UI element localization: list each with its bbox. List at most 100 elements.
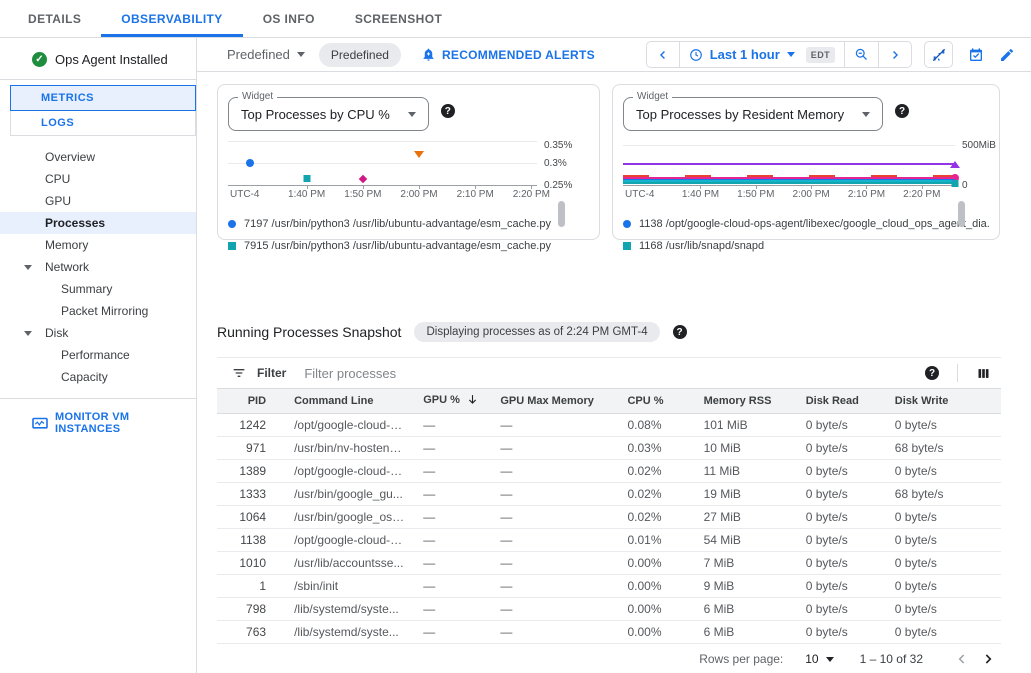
table-row[interactable]: 1242/opt/google-cloud-o...——0.08%101 MiB… bbox=[217, 413, 1001, 436]
tab-screenshot[interactable]: SCREENSHOT bbox=[335, 0, 462, 37]
table-row[interactable]: 763/lib/systemd/syste...——0.00%6 MiB0 by… bbox=[217, 620, 1001, 643]
data-point[interactable] bbox=[246, 159, 254, 167]
sidebar-item-performance[interactable]: Performance bbox=[0, 344, 196, 366]
cell-gpu-max-memory: — bbox=[482, 505, 609, 528]
sidebar-item-network[interactable]: Network bbox=[0, 256, 196, 278]
recommended-alerts-button[interactable]: RECOMMENDED ALERTS bbox=[421, 47, 595, 62]
next-page-button[interactable] bbox=[975, 651, 1001, 667]
column-header-disk-write[interactable]: Disk Write bbox=[877, 389, 1001, 413]
sidebar-item-overview[interactable]: Overview bbox=[0, 146, 196, 168]
widget-select-label: Widget bbox=[238, 91, 277, 102]
column-header-command-line[interactable]: Command Line bbox=[276, 389, 405, 413]
help-icon[interactable]: ? bbox=[925, 366, 939, 380]
column-header-pid[interactable]: PID bbox=[217, 389, 276, 413]
table-row[interactable]: 1/sbin/init——0.00%9 MiB0 byte/s0 byte/s bbox=[217, 574, 1001, 597]
help-icon[interactable]: ? bbox=[441, 104, 455, 118]
divider bbox=[0, 398, 196, 399]
filter-processes-input[interactable] bbox=[304, 366, 915, 381]
legend-item[interactable]: 7915 /usr/bin/python3 /usr/lib/ubuntu-ad… bbox=[228, 235, 589, 257]
events-off-toggle-button[interactable] bbox=[924, 41, 953, 68]
x-tick-label: 2:20 PM bbox=[513, 189, 550, 200]
widget-type-select[interactable]: Widget Top Processes by Resident Memory bbox=[623, 97, 883, 131]
sidebar-button-logs[interactable]: LOGS bbox=[10, 110, 196, 136]
filter-label: Filter bbox=[257, 366, 286, 380]
sidebar-item-label: Memory bbox=[45, 238, 88, 252]
table-row[interactable]: 798/lib/systemd/syste...——0.00%6 MiB0 by… bbox=[217, 597, 1001, 620]
series-line[interactable] bbox=[623, 163, 955, 165]
zoom-out-button[interactable] bbox=[844, 42, 878, 67]
table-row[interactable]: 1333/usr/bin/google_gu...——0.02%19 MiB0 … bbox=[217, 482, 1001, 505]
cell-command-line: /opt/google-cloud-o... bbox=[276, 459, 405, 482]
legend-item[interactable]: 7197 /usr/bin/python3 /usr/lib/ubuntu-ad… bbox=[228, 213, 589, 235]
cell-disk-read: 0 byte/s bbox=[788, 413, 877, 436]
sort-descending-icon[interactable] bbox=[466, 397, 479, 409]
tab-observability[interactable]: OBSERVABILITY bbox=[101, 0, 242, 37]
rows-per-page-label: Rows per page: bbox=[699, 652, 783, 666]
widget-card-cpu: Widget Top Processes by CPU % ? 0.35%0.3… bbox=[217, 84, 600, 240]
sidebar-item-capacity[interactable]: Capacity bbox=[0, 366, 196, 388]
column-header-disk-read[interactable]: Disk Read bbox=[788, 389, 877, 413]
legend-scrollbar[interactable] bbox=[558, 201, 565, 227]
legend-scrollbar[interactable] bbox=[958, 201, 965, 227]
previous-page-button[interactable] bbox=[949, 651, 975, 667]
sidebar-item-memory[interactable]: Memory bbox=[0, 234, 196, 256]
time-back-button[interactable] bbox=[647, 42, 679, 67]
timezone-chip[interactable]: EDT bbox=[806, 47, 835, 63]
calendar-check-icon[interactable] bbox=[968, 47, 984, 63]
table-row[interactable]: 971/usr/bin/nv-hosteng...——0.03%10 MiB0 … bbox=[217, 436, 1001, 459]
cell-cpu: 0.02% bbox=[609, 482, 685, 505]
sidebar-item-packet-mirroring[interactable]: Packet Mirroring bbox=[0, 300, 196, 322]
sidebar-item-gpu[interactable]: GPU bbox=[0, 190, 196, 212]
tab-details[interactable]: DETAILS bbox=[8, 0, 101, 37]
time-range-select[interactable]: Last 1 hour EDT bbox=[679, 42, 844, 67]
table-row[interactable]: 1389/opt/google-cloud-o...——0.02%11 MiB0… bbox=[217, 459, 1001, 482]
widget-type-select[interactable]: Widget Top Processes by CPU % bbox=[228, 97, 429, 131]
edit-pencil-icon[interactable] bbox=[999, 47, 1015, 63]
filter-icon bbox=[231, 365, 247, 381]
expand-caret-icon[interactable] bbox=[24, 265, 32, 270]
column-header-gpu-max-memory[interactable]: GPU Max Memory bbox=[482, 389, 609, 413]
legend-item[interactable]: 1138 /opt/google-cloud-ops-agent/libexec… bbox=[623, 213, 989, 235]
column-header-memory-rss[interactable]: Memory RSS bbox=[686, 389, 788, 413]
data-point[interactable] bbox=[303, 175, 310, 182]
cell-pid: 971 bbox=[217, 436, 276, 459]
cell-pid: 1242 bbox=[217, 413, 276, 436]
sidebar-button-metrics[interactable]: METRICS bbox=[10, 85, 196, 111]
predefined-dropdown[interactable]: Predefined bbox=[227, 47, 305, 62]
column-header-cpu[interactable]: CPU % bbox=[609, 389, 685, 413]
predefined-chip[interactable]: Predefined bbox=[319, 43, 401, 67]
sidebar-item-cpu[interactable]: CPU bbox=[0, 168, 196, 190]
recommended-alerts-label: RECOMMENDED ALERTS bbox=[442, 48, 595, 62]
table-row[interactable]: 1010/usr/lib/accountsse...——0.00%7 MiB0 … bbox=[217, 551, 1001, 574]
expand-caret-icon[interactable] bbox=[24, 331, 32, 336]
pagination-range: 1 – 10 of 32 bbox=[860, 652, 923, 666]
help-icon[interactable]: ? bbox=[673, 325, 687, 339]
time-forward-button[interactable] bbox=[878, 42, 911, 67]
column-display-icon[interactable] bbox=[976, 366, 991, 381]
series-line[interactable] bbox=[623, 182, 955, 184]
tab-os-info[interactable]: OS INFO bbox=[243, 0, 335, 37]
snapshot-time-chip: Displaying processes as of 2:24 PM GMT-4 bbox=[414, 322, 659, 342]
sidebar-item-label: Summary bbox=[61, 282, 112, 296]
help-icon[interactable]: ? bbox=[895, 104, 909, 118]
data-point[interactable] bbox=[359, 175, 367, 183]
cell-cpu: 0.00% bbox=[609, 620, 685, 643]
sidebar-item-disk[interactable]: Disk bbox=[0, 322, 196, 344]
data-point[interactable] bbox=[414, 151, 424, 158]
cell-disk-write: 0 byte/s bbox=[877, 505, 1001, 528]
cell-memory-rss: 6 MiB bbox=[686, 620, 788, 643]
sidebar-item-processes[interactable]: Processes bbox=[0, 212, 196, 234]
sidebar-item-label: CPU bbox=[45, 172, 70, 186]
sidebar-item-label: Processes bbox=[45, 216, 105, 230]
table-row[interactable]: 1138/opt/google-cloud-o...——0.01%54 MiB0… bbox=[217, 528, 1001, 551]
rows-per-page-select[interactable]: 10 bbox=[805, 652, 833, 666]
legend-item[interactable]: 1168 /usr/lib/snapd/snapd bbox=[623, 235, 989, 257]
cell-gpu: — bbox=[405, 505, 482, 528]
sidebar-item-summary[interactable]: Summary bbox=[0, 278, 196, 300]
y-tick-label: 0 bbox=[962, 180, 968, 191]
monitor-vm-instances-link[interactable]: MONITOR VM INSTANCES bbox=[32, 411, 196, 435]
table-row[interactable]: 1064/usr/bin/google_osc...——0.02%27 MiB0… bbox=[217, 505, 1001, 528]
cell-gpu-max-memory: — bbox=[482, 551, 609, 574]
column-header-gpu[interactable]: GPU % bbox=[405, 389, 482, 413]
chevron-down-icon bbox=[787, 52, 795, 57]
